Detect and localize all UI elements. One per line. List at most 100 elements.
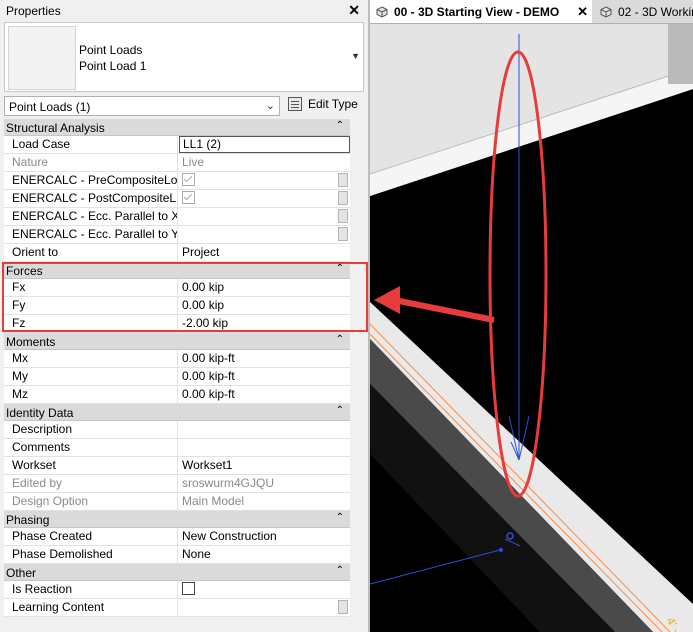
group-label: Phasing [6,513,50,527]
control-point[interactable] [499,548,503,552]
mz-value[interactable]: 0.00 kip-ft [179,386,350,403]
edit-type-label: Edit Type [308,97,358,111]
properties-scrollbar[interactable] [352,119,364,632]
property-row-load-case[interactable]: Load Case LL1 (2) [4,136,350,154]
3d-viewport[interactable]: 4' - 0" [370,24,693,632]
close-icon[interactable]: ✕ [348,2,360,19]
property-value: Live [182,155,205,169]
property-name: Fy [4,297,178,314]
property-row-my[interactable]: My 0.00 kip-ft [4,368,350,386]
properties-title-bar: Properties ✕ [0,0,368,22]
tab-3d-starting-view[interactable]: 00 - 3D Starting View - DEMO ✕ [370,0,592,23]
close-icon[interactable]: ✕ [577,0,588,23]
group-phasing[interactable]: Phasing ⌃ [4,511,350,528]
edit-button[interactable] [338,209,348,223]
mx-value[interactable]: 0.00 kip-ft [179,350,350,367]
property-row-phase-created[interactable]: Phase Created New Construction [4,528,350,546]
3d-view-icon [376,6,388,18]
phase-demolished-value[interactable]: None [179,546,350,563]
group-other[interactable]: Other ⌃ [4,564,350,581]
property-name: Learning Content [4,599,178,616]
edit-button[interactable] [338,227,348,241]
workset-value[interactable]: Workset1 [179,457,350,474]
property-name: Fz [4,315,178,332]
property-row-nature: Nature Live [4,154,350,172]
property-name: Workset [4,457,178,474]
property-name: ENERCALC - PreCompositeLo... [4,172,178,189]
fx-value[interactable]: 0.00 kip [179,279,350,296]
collapse-icon[interactable]: ⌃ [336,405,344,416]
collapse-icon[interactable]: ⌃ [336,120,344,131]
property-row-enercalc-ecc-xx[interactable]: ENERCALC - Ecc. Parallel to XX [4,208,350,226]
property-name: Design Option [4,493,178,510]
property-row-description[interactable]: Description [4,421,350,439]
instance-filter-dropdown[interactable]: Point Loads (1) ⌄ [4,96,280,116]
property-row-fx[interactable]: Fx 0.00 kip [4,279,350,297]
property-row-is-reaction[interactable]: Is Reaction [4,581,350,599]
edit-button[interactable] [338,173,348,187]
upper-slab-corner [668,24,693,84]
property-row-orient-to[interactable]: Orient to Project [4,244,350,262]
property-row-fz[interactable]: Fz -2.00 kip [4,315,350,333]
group-forces[interactable]: Forces ⌃ [4,262,350,279]
collapse-icon[interactable]: ⌃ [336,565,344,576]
properties-grid: Structural Analysis ⌃ Load Case LL1 (2) … [4,119,350,617]
property-row-design-option: Design Option Main Model [4,493,350,511]
comments-field[interactable] [179,439,350,456]
group-label: Identity Data [6,406,74,420]
type-thumbnail [8,26,76,90]
checkbox-icon [182,191,195,205]
property-row-mx[interactable]: Mx 0.00 kip-ft [4,350,350,368]
group-label: Other [6,566,37,580]
tab-3d-working[interactable]: 02 - 3D Working [594,0,693,23]
type-selector[interactable]: Point Loads Point Load 1 ▼ [4,22,364,92]
property-row-learning-content[interactable]: Learning Content [4,599,350,617]
property-row-enercalc-post[interactable]: ENERCALC - PostCompositeL... [4,190,350,208]
group-structural-analysis[interactable]: Structural Analysis ⌃ [4,119,350,136]
group-moments[interactable]: Moments ⌃ [4,333,350,350]
property-row-workset[interactable]: Workset Workset1 [4,457,350,475]
property-row-enercalc-ecc-yy[interactable]: ENERCALC - Ecc. Parallel to YY [4,226,350,244]
property-value [179,190,350,207]
property-name: My [4,368,178,385]
group-label: Moments [6,335,56,349]
property-row-comments[interactable]: Comments [4,439,350,457]
group-label: Forces [6,264,43,278]
edit-button[interactable] [338,600,348,614]
property-value[interactable] [179,599,350,616]
property-name: ENERCALC - PostCompositeL... [4,190,178,207]
collapse-icon[interactable]: ⌃ [336,263,344,274]
fz-value[interactable]: -2.00 kip [179,315,350,332]
property-value [179,172,350,189]
property-name: Description [4,421,178,438]
edit-type-button[interactable]: Edit Type [286,94,360,116]
property-name: Phase Created [4,528,178,545]
fy-value[interactable]: 0.00 kip [179,297,350,314]
instance-filter-label: Point Loads (1) [9,100,91,114]
property-name: Is Reaction [4,581,178,598]
collapse-icon[interactable]: ⌃ [336,334,344,345]
phase-created-value[interactable]: New Construction [179,528,350,545]
is-reaction-checkbox[interactable] [182,582,195,596]
collapse-icon[interactable]: ⌃ [336,512,344,523]
property-row-fy[interactable]: Fy 0.00 kip [4,297,350,315]
dropdown-arrow-icon[interactable]: ▼ [351,51,360,61]
property-value[interactable] [179,226,350,243]
checkbox-icon [182,173,195,187]
property-row-enercalc-pre[interactable]: ENERCALC - PreCompositeLo... [4,172,350,190]
properties-palette: Properties ✕ Point Loads Point Load 1 ▼ … [0,0,368,632]
group-identity-data[interactable]: Identity Data ⌃ [4,404,350,421]
load-case-field[interactable]: LL1 (2) [179,136,350,153]
my-value[interactable]: 0.00 kip-ft [179,368,350,385]
property-name: Phase Demolished [4,546,178,563]
property-name: Mx [4,350,178,367]
property-value[interactable]: Project [179,244,350,261]
view-tabs: 00 - 3D Starting View - DEMO ✕ 02 - 3D W… [370,0,693,24]
property-row-phase-demolished[interactable]: Phase Demolished None [4,546,350,564]
property-value[interactable] [179,208,350,225]
property-row-mz[interactable]: Mz 0.00 kip-ft [4,386,350,404]
description-field[interactable] [179,421,350,438]
property-value [179,581,350,598]
type-family-name: Point Loads [79,43,143,57]
edit-button[interactable] [338,191,348,205]
